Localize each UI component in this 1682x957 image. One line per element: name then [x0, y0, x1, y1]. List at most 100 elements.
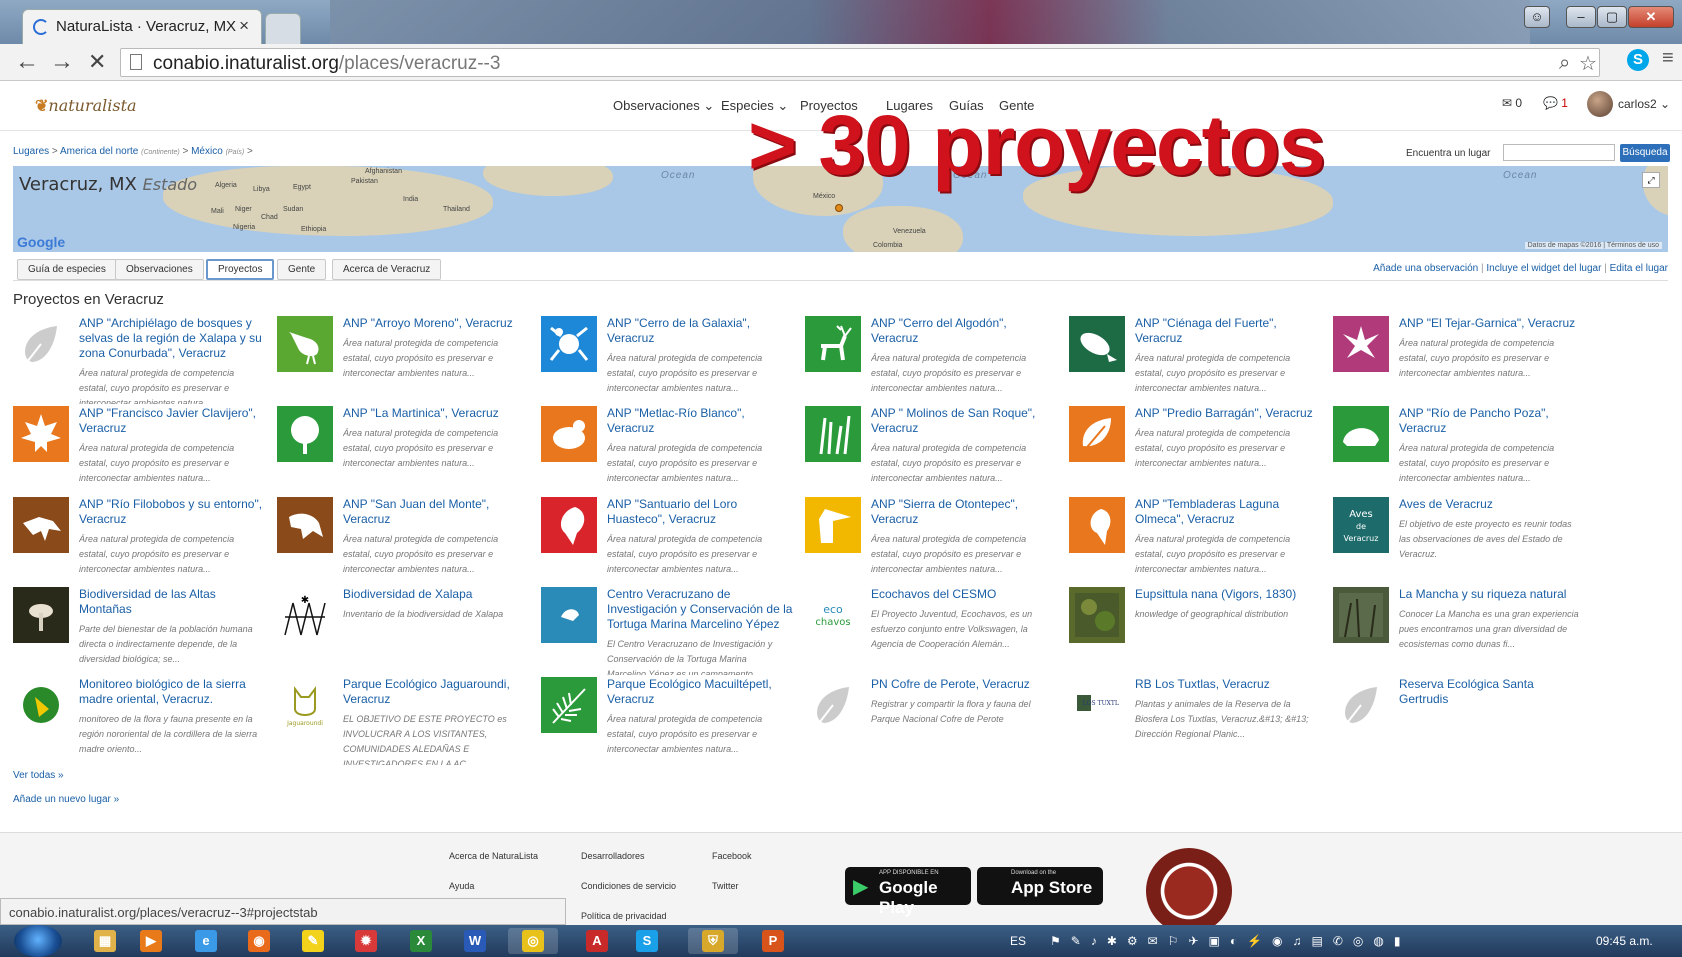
mangrove-photo-icon[interactable]: [1333, 587, 1389, 643]
taskbar-chrome-icon[interactable]: ◎: [508, 928, 558, 954]
breadcrumb-america[interactable]: America del norte: [60, 146, 138, 157]
project-title[interactable]: ANP "La Martinica", Veracruz: [343, 406, 529, 421]
project-card[interactable]: ANP "Arroyo Moreno", Veracruz Área natura…: [277, 316, 523, 404]
deer-icon[interactable]: [805, 316, 861, 372]
taskbar-media-icon[interactable]: ▶: [138, 928, 164, 954]
address-bar[interactable]: conabio.inaturalist.org/places/veracruz-…: [120, 48, 1600, 77]
tuxtlas-logo-icon[interactable]: LOS TUXTLAS: [1069, 677, 1125, 733]
lizard-icon[interactable]: [277, 497, 333, 553]
pattern-icon[interactable]: ✱: [277, 587, 333, 643]
project-card[interactable]: ANP "Río Filobobos y su entorno", Veracr…: [13, 497, 262, 585]
project-card[interactable]: ANP "Cerro de la Galaxia", Veracruz Área …: [541, 316, 787, 404]
manatee-icon[interactable]: [1069, 316, 1125, 372]
project-title[interactable]: Aves de Veracruz: [1399, 497, 1585, 512]
project-title[interactable]: ANP "Predio Barragán", Veracruz: [1135, 406, 1321, 421]
project-title[interactable]: Eupsittula nana (Vigors, 1830): [1135, 587, 1321, 602]
notifications-indicator[interactable]: 💬 1: [1543, 96, 1568, 110]
project-title[interactable]: ANP "San Juan del Monte", Veracruz: [343, 497, 529, 527]
leaf-placeholder-icon[interactable]: [1333, 677, 1389, 733]
footer-terms-link[interactable]: Condiciones de servicio: [581, 881, 676, 891]
jaguaroundi-logo-icon[interactable]: Jaguaroundi: [277, 677, 333, 733]
breadcrumb-lugares[interactable]: Lugares: [13, 146, 49, 157]
project-title[interactable]: Biodiversidad de las Altas Montañas: [79, 587, 265, 617]
maple-leaf-icon[interactable]: [13, 406, 69, 462]
fern-icon[interactable]: [541, 677, 597, 733]
project-card[interactable]: Monitoreo biológico de la sierra madre o…: [13, 677, 259, 765]
toucan-icon[interactable]: [805, 497, 861, 553]
taskbar-powerpoint-icon[interactable]: P: [760, 928, 786, 954]
user-menu[interactable]: carlos2 ⌄: [1618, 97, 1670, 111]
iguana-icon[interactable]: [13, 497, 69, 553]
mushroom-photo-icon[interactable]: [13, 587, 69, 643]
footer-facebook-link[interactable]: Facebook: [712, 851, 752, 861]
footer-help-link[interactable]: Ayuda: [449, 881, 474, 891]
project-card[interactable]: ANP "Río de Pancho Poza", Veracruz Área n…: [1333, 406, 1579, 494]
project-card[interactable]: ANP " Molinos de San Roque", Veracruz Áre…: [805, 406, 1051, 494]
project-title[interactable]: Ecochavos del CESMO: [871, 587, 1057, 602]
project-title[interactable]: ANP "Río Filobobos y su entorno", Veracr…: [79, 497, 265, 527]
project-title[interactable]: Centro Veracruzano de Investigación y Co…: [607, 587, 793, 632]
project-card[interactable]: ANP "Archipiélago de bosques y selvas de…: [13, 316, 262, 404]
bird-icon[interactable]: [1069, 497, 1125, 553]
project-card[interactable]: Parque Ecológico Macuiltépetl, Veracruz Á…: [541, 677, 787, 765]
language-indicator[interactable]: ES: [1010, 934, 1026, 948]
heron-icon[interactable]: [277, 316, 333, 372]
project-card[interactable]: ANP "Ciénaga del Fuerte", Veracruz Área n…: [1069, 316, 1315, 404]
project-card[interactable]: Aves de Veracruz Aves de Veracruz El objetiv…: [1333, 497, 1579, 585]
bookmark-star-icon[interactable]: ☆: [1579, 51, 1597, 76]
project-card[interactable]: Reserva Ecológica Santa Gertrudis: [1333, 677, 1579, 765]
footer-developers-link[interactable]: Desarrolladores: [581, 851, 645, 861]
project-card[interactable]: ANP "El Tejar-Garnica", Veracruz Área nat…: [1333, 316, 1579, 404]
edit-place-link[interactable]: Edita el lugar: [1610, 263, 1668, 274]
taskbar-firefox-icon[interactable]: ◉: [246, 928, 272, 954]
skype-extension-icon[interactable]: S: [1627, 49, 1649, 71]
project-title[interactable]: ANP " Molinos de San Roque", Veracruz: [871, 406, 1057, 436]
parrot-icon[interactable]: [541, 497, 597, 553]
project-card[interactable]: LOS TUXTLASRB Los Tuxtlas, VeracruzPlant…: [1069, 677, 1315, 765]
system-tray-icons[interactable]: ⚑✎♪✱⚙✉⚐✈▣◐⚡◉♫▤✆◎◍▮: [1050, 934, 1410, 948]
tab-proyectos[interactable]: Proyectos: [206, 259, 275, 280]
new-tab-button[interactable]: [265, 13, 301, 44]
parrot-photo-icon[interactable]: [1069, 587, 1125, 643]
project-card[interactable]: ANP "Cerro del Algodón", Veracruz Área na…: [805, 316, 1051, 404]
project-card[interactable]: Eupsittula nana (Vigors, 1830) knowledge …: [1069, 587, 1315, 675]
project-card[interactable]: Biodiversidad de las Altas Montañas Parte…: [13, 587, 259, 675]
frog-icon[interactable]: [541, 316, 597, 372]
maximize-button[interactable]: ▢: [1597, 6, 1627, 28]
fullscreen-icon[interactable]: ⤢: [1642, 172, 1660, 188]
project-title[interactable]: ANP "Francisco Javier Clavijero", Veracr…: [79, 406, 265, 436]
breadcrumb-mexico[interactable]: México: [191, 146, 223, 157]
stop-loading-icon[interactable]: ✕: [88, 49, 106, 75]
naturalista-logo[interactable]: ❦naturalista: [35, 96, 137, 115]
project-title[interactable]: PN Cofre de Perote, Veracruz: [871, 677, 1057, 692]
project-title[interactable]: Biodiversidad de Xalapa: [343, 587, 529, 602]
taskbar-acrobat-icon[interactable]: A: [584, 928, 610, 954]
forward-arrow-icon[interactable]: →: [50, 49, 74, 75]
start-button[interactable]: [14, 925, 62, 957]
flower-icon[interactable]: [1333, 316, 1389, 372]
project-title[interactable]: ANP "Arroyo Moreno", Veracruz: [343, 316, 529, 331]
project-card[interactable]: eco chavos Ecochavos del CESMO El Proyecto …: [805, 587, 1051, 675]
project-title[interactable]: ANP "Río de Pancho Poza", Veracruz: [1399, 406, 1585, 436]
footer-about-link[interactable]: Acerca de NaturaLista: [449, 851, 538, 861]
footer-twitter-link[interactable]: Twitter: [712, 881, 739, 891]
search-button[interactable]: Búsqueda: [1620, 144, 1670, 162]
clock[interactable]: 09:45 a.m.: [1596, 934, 1653, 948]
footer-privacy-link[interactable]: Política de privacidad: [581, 911, 667, 921]
avatar[interactable]: [1587, 91, 1613, 117]
close-window-button[interactable]: ✕: [1628, 6, 1674, 28]
project-title[interactable]: ANP "Cerro de la Galaxia", Veracruz: [607, 316, 793, 346]
project-title[interactable]: ANP "Sierra de Otontepec", Veracruz: [871, 497, 1057, 527]
google-play-button[interactable]: ▶ APP DISPONIBLE EN Google Play: [845, 867, 971, 917]
tab-guia-especies[interactable]: Guía de especies: [17, 259, 117, 280]
project-card[interactable]: La Mancha y su riqueza natural Conocer La…: [1333, 587, 1579, 675]
project-title[interactable]: ANP "Metlac-Río Blanco", Veracruz: [607, 406, 793, 436]
project-card[interactable]: ANP "Santuario del Loro Huasteco", Verac…: [541, 497, 787, 585]
zoom-icon[interactable]: ⌕: [1559, 52, 1570, 75]
project-title[interactable]: Monitoreo biológico de la sierra madre o…: [79, 677, 265, 707]
taskbar-pdf-icon[interactable]: ✎: [300, 928, 326, 954]
project-card[interactable]: ANP "San Juan del Monte", Veracruz Área n…: [277, 497, 523, 585]
project-card[interactable]: ANP "Metlac-Río Blanco", Veracruz Área na…: [541, 406, 787, 494]
project-card[interactable]: ANP "Predio Barragán", Veracruz Área natu…: [1069, 406, 1315, 494]
project-card[interactable]: PN Cofre de Perote, Veracruz Registrar y …: [805, 677, 1051, 765]
